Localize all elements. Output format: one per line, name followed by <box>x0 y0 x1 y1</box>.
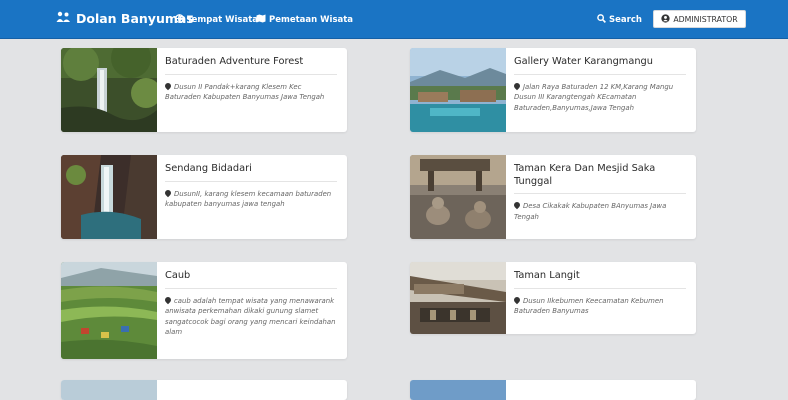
place-title[interactable]: Caub <box>165 270 337 289</box>
place-address-text: Dusun II Pandak+karang Klesem Kec Batura… <box>165 82 325 102</box>
user-menu-button[interactable]: ADMINISTRATOR <box>653 10 746 28</box>
brand-link[interactable]: Dolan Banyumas <box>56 11 194 26</box>
place-address-text: Desa Cikakak Kabupaten BAnyumas Jawa Ten… <box>514 202 667 221</box>
map-pin-icon <box>163 81 173 90</box>
place-title[interactable]: Taman Kera Dan Mesjid Saka Tunggal <box>514 163 686 194</box>
place-address: Dusun IIkebumen Keecamatan Kebumen Batur… <box>512 295 688 317</box>
place-thumbnail <box>61 262 157 359</box>
place-title[interactable]: Baturaden Adventure Forest <box>165 56 337 75</box>
place-address: caub adalah tempat wisata yang menawaran… <box>163 295 339 338</box>
place-address-text: Jalan Raya Baturaden 12 KM,Karang Mangu … <box>514 82 674 112</box>
map-pin-icon <box>512 81 522 90</box>
people-icon <box>56 11 71 26</box>
map-icon <box>256 14 266 26</box>
map-pin-icon <box>163 295 173 304</box>
place-address: Desa Cikakak Kabupaten BAnyumas Jawa Ten… <box>512 200 688 222</box>
place-card[interactable]: Taman Kera Dan Mesjid Saka Tunggal Desa … <box>410 155 696 239</box>
place-thumbnail <box>61 380 157 400</box>
search-label: Search <box>609 15 642 25</box>
place-address-text: Dusun IIkebumen Keecamatan Kebumen Batur… <box>514 296 664 316</box>
place-address: Dusun II Pandak+karang Klesem Kec Batura… <box>163 81 339 103</box>
map-pin-icon <box>512 295 522 304</box>
place-address: Jalan Raya Baturaden 12 KM,Karang Mangu … <box>512 81 688 114</box>
place-thumbnail <box>410 155 506 239</box>
nav-tempat-wisata[interactable]: Tempat Wisata <box>175 14 258 26</box>
place-address-text: DusunII, karang klesem kecamaan baturade… <box>165 189 332 209</box>
place-address: DusunII, karang klesem kecamaan baturade… <box>163 188 339 210</box>
place-thumbnail <box>61 48 161 132</box>
globe-icon <box>175 14 184 26</box>
place-address-text: caub adalah tempat wisata yang menawaran… <box>165 296 336 337</box>
place-title[interactable]: Gallery Water Karangmangu <box>514 56 686 75</box>
place-title[interactable]: Taman Langit <box>514 270 686 289</box>
place-thumbnail <box>410 48 506 132</box>
place-card[interactable]: Baturaden Adventure Forest Dusun II Pand… <box>61 48 347 132</box>
place-card[interactable]: Sendang Bidadari DusunII, karang klesem … <box>61 155 347 239</box>
place-title[interactable]: Sendang Bidadari <box>165 163 337 182</box>
nav-pemetaan-wisata[interactable]: Pemetaan Wisata <box>256 14 353 26</box>
place-card-partial[interactable] <box>61 380 347 400</box>
nav-pemetaan-wisata-label: Pemetaan Wisata <box>269 15 354 25</box>
map-pin-icon <box>512 200 522 210</box>
place-thumbnail <box>410 380 506 400</box>
search-link[interactable]: Search <box>597 14 642 26</box>
map-pin-icon <box>163 188 173 197</box>
place-thumbnail <box>61 155 157 239</box>
place-card[interactable]: Gallery Water Karangmangu Jalan Raya Bat… <box>410 48 696 132</box>
user-circle-icon <box>661 13 670 25</box>
place-card-partial[interactable] <box>410 380 696 400</box>
user-menu-label: ADMINISTRATOR <box>673 14 738 24</box>
place-thumbnail <box>410 262 506 334</box>
search-icon <box>597 14 606 26</box>
nav-tempat-wisata-label: Tempat Wisata <box>187 15 259 25</box>
top-navbar: Dolan Banyumas Tempat Wisata Pemetaan Wi… <box>0 0 788 39</box>
place-card[interactable]: Taman Langit Dusun IIkebumen Keecamatan … <box>410 262 696 334</box>
place-card[interactable]: Caub caub adalah tempat wisata yang mena… <box>61 262 347 359</box>
